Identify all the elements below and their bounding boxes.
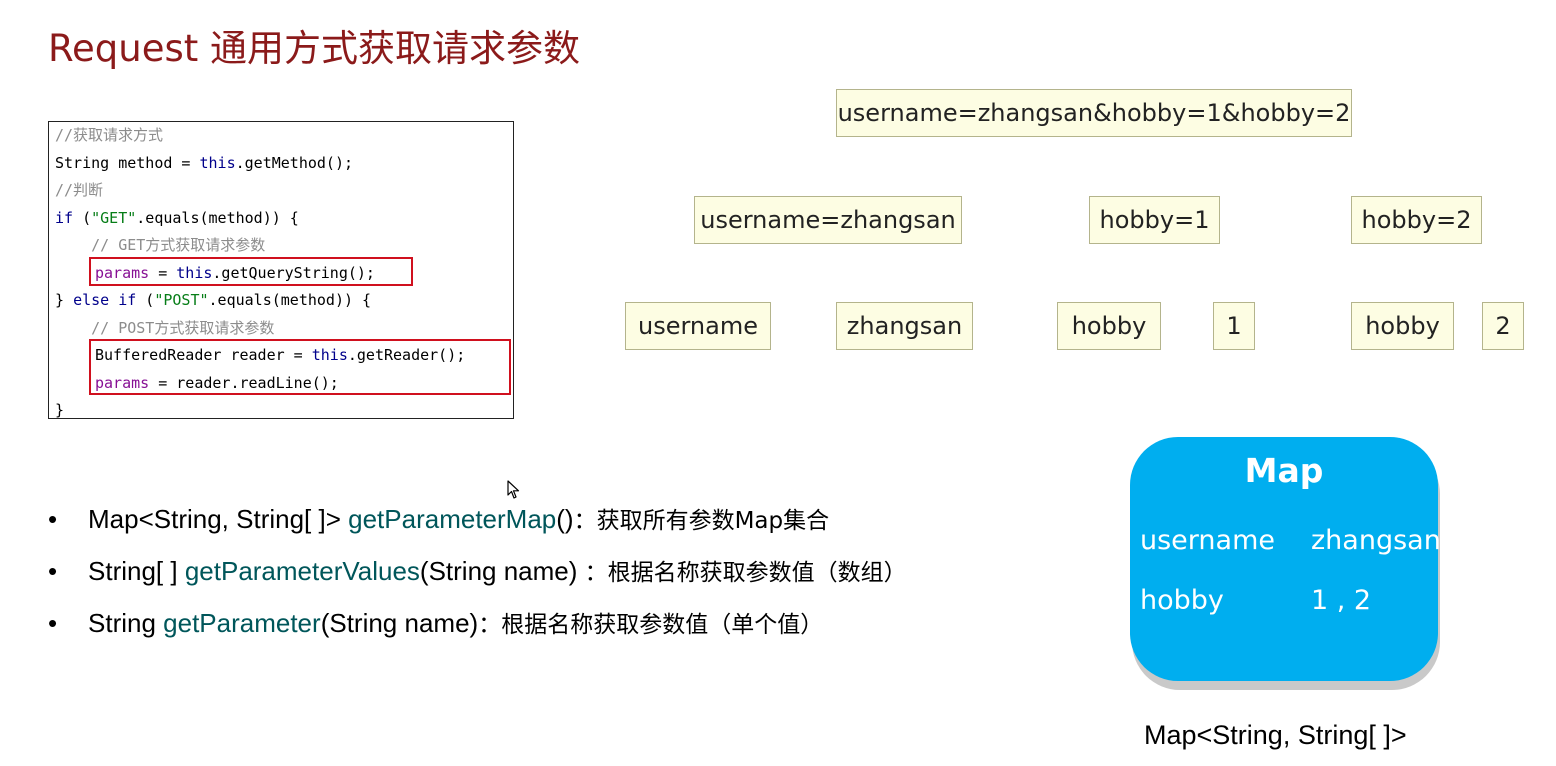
- map-title: Map: [1244, 451, 1324, 490]
- key-box: hobby: [1351, 302, 1454, 350]
- code-line: }: [55, 401, 65, 419]
- page-title: Request 通用方式获取请求参数: [48, 27, 581, 70]
- code-line: if ("GET".equals(method)) {: [55, 209, 299, 227]
- pair-box: username=zhangsan: [694, 196, 962, 244]
- method-name: getParameterMap: [348, 504, 557, 534]
- map-value: zhangsan: [1311, 525, 1441, 556]
- pair-box: hobby=1: [1089, 196, 1220, 244]
- map-caption: Map<String, String[ ]>: [1144, 720, 1407, 750]
- highlight-get-box: [89, 257, 413, 286]
- method-name: getParameter: [163, 608, 321, 638]
- map-key: hobby: [1140, 585, 1224, 616]
- method-name: getParameterValues: [184, 556, 420, 586]
- map-diagram: Map username zhangsan hobby 1 , 2: [1130, 437, 1441, 681]
- code-comment: // POST方式获取请求参数: [55, 319, 275, 337]
- map-key: username: [1140, 525, 1275, 556]
- value-box: 1: [1213, 302, 1255, 350]
- value-box: 2: [1482, 302, 1524, 350]
- code-line: String method = this.getMethod();: [55, 154, 354, 172]
- value-box: zhangsan: [836, 302, 973, 350]
- bullet-item: • String[ ] getParameterValues(String nam…: [48, 556, 907, 586]
- key-box: username: [625, 302, 771, 350]
- mouse-cursor-icon: [507, 480, 521, 505]
- query-string-box: username=zhangsan&hobby=1&hobby=2: [836, 89, 1352, 137]
- bullet-item: • String getParameter(String name)：根据名称获取…: [48, 608, 824, 638]
- code-comment: // GET方式获取请求参数: [55, 236, 266, 254]
- code-comment: //判断: [55, 181, 104, 199]
- code-snippet: //获取请求方式 String method = this.getMethod(…: [48, 121, 514, 419]
- code-line: } else if ("POST".equals(method)) {: [55, 291, 372, 309]
- map-value: 1 , 2: [1311, 585, 1372, 616]
- key-box: hobby: [1057, 302, 1161, 350]
- bullet-item: • Map<String, String[ ]> getParameterMap(…: [48, 504, 830, 534]
- pair-box: hobby=2: [1351, 196, 1482, 244]
- code-comment: //获取请求方式: [55, 126, 164, 144]
- highlight-post-box: [89, 339, 511, 395]
